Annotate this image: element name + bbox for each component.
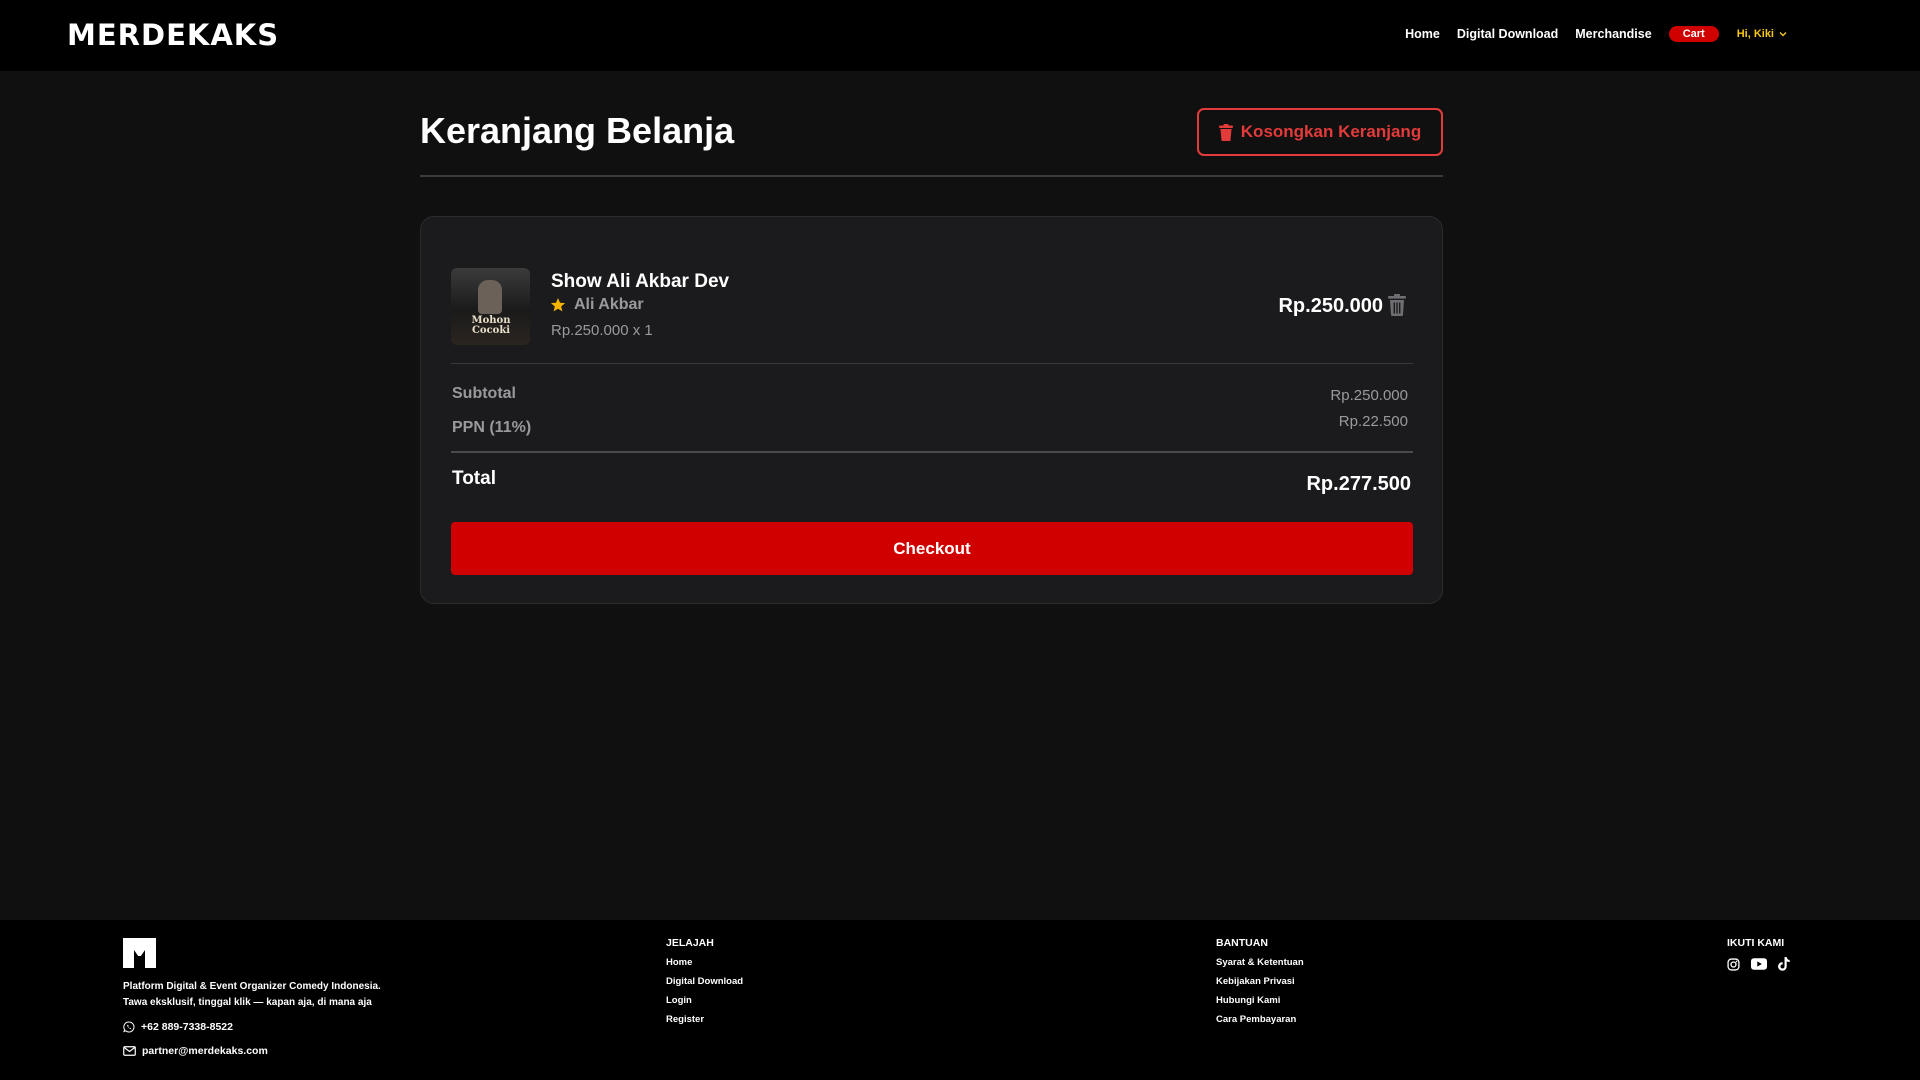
total-label: Total	[452, 468, 496, 489]
navbar: MERDEKAKS Home Digital Download Merchand…	[0, 0, 1920, 71]
youtube-icon[interactable]	[1751, 958, 1767, 970]
footer-ikuti-heading: IKUTI KAMI	[1727, 937, 1785, 949]
footer-tagline: Platform Digital & Event Organizer Comed…	[123, 979, 381, 1011]
brand-logo[interactable]: MERDEKAKS	[67, 18, 279, 52]
footer-phone[interactable]: +62 889-7338-8522	[123, 1021, 233, 1033]
footer-logo-icon[interactable]	[123, 938, 156, 968]
nav-links: Home Digital Download Merchandise Cart H…	[1405, 26, 1787, 42]
footer-bantuan-heading: BANTUAN	[1216, 937, 1268, 949]
clear-cart-button[interactable]: Kosongkan Keranjang	[1197, 108, 1443, 156]
subtotal-value: Rp.250.000	[1330, 387, 1408, 404]
item-divider	[451, 363, 1413, 364]
footer-bantuan: BANTUAN Syarat & Ketentuan Kebijakan Pri…	[1216, 937, 1304, 1033]
header-divider	[420, 175, 1443, 177]
subtotal-label: Subtotal	[452, 385, 516, 402]
footer-email[interactable]: partner@merdekaks.com	[123, 1045, 268, 1057]
footer-tagline-line1: Platform Digital & Event Organizer Comed…	[123, 981, 381, 992]
tiktok-icon[interactable]	[1778, 957, 1790, 971]
instagram-icon[interactable]	[1727, 957, 1740, 971]
footer-link-terms[interactable]: Syarat & Ketentuan	[1216, 957, 1304, 969]
total-value: Rp.277.500	[1306, 473, 1411, 495]
whatsapp-icon	[123, 1021, 135, 1033]
page-title: Keranjang Belanja	[420, 110, 735, 151]
delete-item-icon[interactable]	[1388, 294, 1406, 316]
item-artist-name: Ali Akbar	[574, 296, 644, 313]
nav-merchandise-link[interactable]: Merchandise	[1575, 27, 1651, 41]
footer: Platform Digital & Event Organizer Comed…	[0, 920, 1920, 1080]
trash-icon	[1218, 123, 1233, 141]
star-icon	[550, 298, 566, 312]
footer-link-digital-download[interactable]: Digital Download	[666, 976, 743, 988]
footer-ikuti: IKUTI KAMI	[1727, 937, 1801, 971]
item-artist: Ali Akbar	[550, 296, 644, 314]
footer-link-login[interactable]: Login	[666, 995, 743, 1007]
footer-jelajah: JELAJAH Home Digital Download Login Regi…	[666, 937, 743, 1033]
item-thumbnail[interactable]: Mohon Cocoki	[451, 268, 530, 345]
thumbnail-figure	[478, 280, 502, 314]
footer-link-payment[interactable]: Cara Pembayaran	[1216, 1014, 1304, 1026]
thumbnail-caption: Mohon Cocoki	[471, 315, 511, 336]
footer-email-text: partner@merdekaks.com	[142, 1045, 268, 1057]
nav-digital-download-link[interactable]: Digital Download	[1457, 27, 1558, 41]
nav-home-link[interactable]: Home	[1405, 27, 1440, 41]
footer-phone-text: +62 889-7338-8522	[141, 1021, 233, 1033]
ppn-label: PPN (11%)	[452, 419, 532, 436]
mail-icon	[123, 1046, 136, 1056]
total-divider	[451, 451, 1413, 453]
footer-jelajah-heading: JELAJAH	[666, 937, 714, 949]
checkout-button[interactable]: Checkout	[451, 522, 1413, 575]
item-quantity: Rp.250.000 x 1	[551, 322, 653, 339]
social-links	[1727, 957, 1801, 971]
nav-cart-button[interactable]: Cart	[1668, 26, 1719, 42]
item-price: Rp.250.000	[1278, 295, 1383, 317]
clear-cart-label: Kosongkan Keranjang	[1240, 122, 1422, 141]
footer-link-register[interactable]: Register	[666, 1014, 743, 1026]
footer-link-contact[interactable]: Hubungi Kami	[1216, 995, 1304, 1007]
user-menu[interactable]: Hi, Kiki	[1737, 28, 1787, 40]
ppn-value: Rp.22.500	[1338, 413, 1408, 430]
item-title[interactable]: Show Ali Akbar Dev	[551, 271, 729, 293]
footer-link-home[interactable]: Home	[666, 957, 743, 969]
footer-tagline-line2: Tawa eksklusif, tinggal klik — kapan aja…	[123, 997, 372, 1008]
user-greeting: Hi, Kiki	[1736, 28, 1774, 40]
footer-link-privacy[interactable]: Kebijakan Privasi	[1216, 976, 1304, 988]
chevron-down-icon	[1779, 32, 1787, 37]
cart-card: Mohon Cocoki Show Ali Akbar Dev Ali Akba…	[420, 216, 1443, 604]
